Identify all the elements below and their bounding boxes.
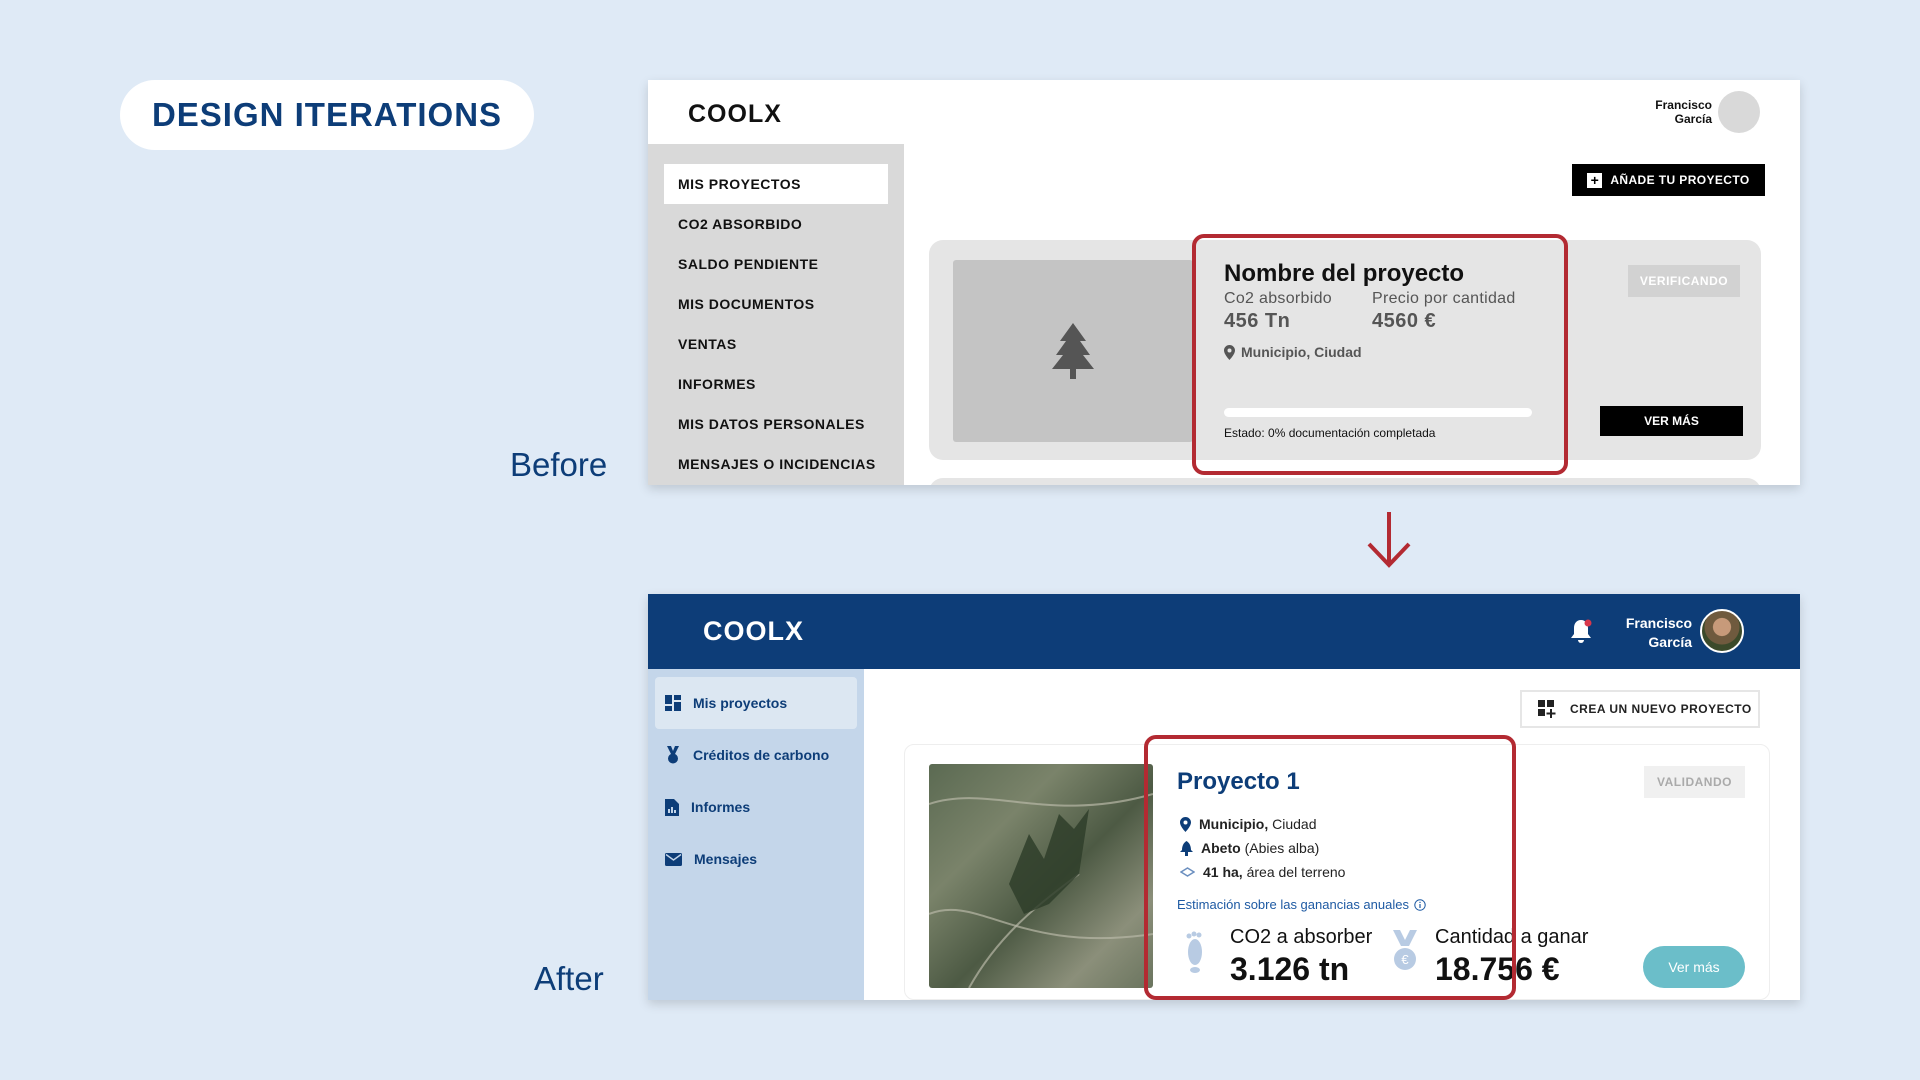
before-project-card-next [929,478,1761,485]
create-project-button[interactable]: CREA UN NUEVO PROYECTO [1520,690,1760,728]
status-badge: VERIFICANDO [1628,265,1740,297]
after-user-name[interactable]: Francisco García [1626,614,1692,652]
after-logo: COOLX [703,616,805,646]
sidebar-item-informes[interactable]: Informes [655,781,857,833]
terrain-outline [929,793,1153,988]
user-first-name: Francisco [1655,98,1712,112]
status-badge: VALIDANDO [1644,766,1745,798]
mail-icon [665,852,682,866]
sidebar-item-label: Mensajes [694,851,758,867]
user-last-name: García [1648,634,1692,650]
sidebar-item-mis-proyectos[interactable]: Mis proyectos [655,677,857,729]
add-grid-icon [1538,700,1556,718]
sidebar-item-creditos-de-carbono[interactable]: Créditos de carbono [655,729,857,781]
add-project-button[interactable]: + AÑADE TU PROYECTO [1572,164,1765,196]
satellite-map-image [929,764,1153,988]
arrow-down-icon [1367,512,1411,568]
user-first-name: Francisco [1625,615,1692,631]
dashboard-icon [665,695,681,711]
medal-icon [667,746,679,764]
tree-icon [1052,323,1094,379]
highlight-box [1144,735,1516,1000]
add-project-label: AÑADE TU PROYECTO [1610,173,1750,187]
sidebar-item-mis-documentos[interactable]: MIS DOCUMENTOS [664,284,888,324]
before-mockup: COOLX Francisco García MIS PROYECTOS CO2… [648,80,1800,485]
sidebar-item-mensajes-o-incidencias[interactable]: MENSAJES O INCIDENCIAS [664,444,888,484]
plus-icon: + [1587,172,1603,188]
sidebar-item-saldo-pendiente[interactable]: SALDO PENDIENTE [664,244,888,284]
sidebar-item-co2-absorbido[interactable]: CO2 ABSORBIDO [664,204,888,244]
before-sidebar: MIS PROYECTOS CO2 ABSORBIDO SALDO PENDIE… [648,144,904,485]
before-logo: COOLX [688,100,782,128]
sidebar-item-mensajes[interactable]: Mensajes [655,833,857,885]
sidebar-item-mis-datos-personales[interactable]: MIS DATOS PERSONALES [664,404,888,444]
document-icon [665,798,679,816]
sidebar-item-informes[interactable]: INFORMES [664,364,888,404]
bell-icon[interactable] [1568,618,1594,646]
sidebar-item-label: Informes [691,799,751,815]
after-mockup: COOLX Francisco García Mis proyectos Cré… [648,594,1800,1000]
sidebar-item-mis-proyectos[interactable]: MIS PROYECTOS [664,164,888,204]
avatar[interactable] [1700,609,1744,653]
see-more-button[interactable]: VER MÁS [1600,406,1743,436]
after-label: After [534,960,604,997]
before-label: Before [510,446,608,483]
create-project-label: CREA UN NUEVO PROYECTO [1570,702,1752,716]
see-more-button[interactable]: Ver más [1643,946,1745,988]
after-header: COOLX Francisco García [648,594,1800,669]
sidebar-item-label: Mis proyectos [693,695,788,711]
before-user-name[interactable]: Francisco García [1655,98,1712,126]
avatar[interactable] [1718,91,1760,133]
tree-image-placeholder [953,260,1193,442]
user-last-name: García [1674,112,1712,126]
design-iterations-pill: DESIGN ITERATIONS [120,80,534,150]
highlight-box [1192,234,1568,475]
after-sidebar: Mis proyectos Créditos de carbono Inform… [648,669,864,1000]
sidebar-item-label: Créditos de carbono [693,747,830,763]
before-header: COOLX Francisco García [648,80,1800,144]
page-heading: DESIGN ITERATIONS [151,96,503,133]
sidebar-item-ventas[interactable]: VENTAS [664,324,888,364]
